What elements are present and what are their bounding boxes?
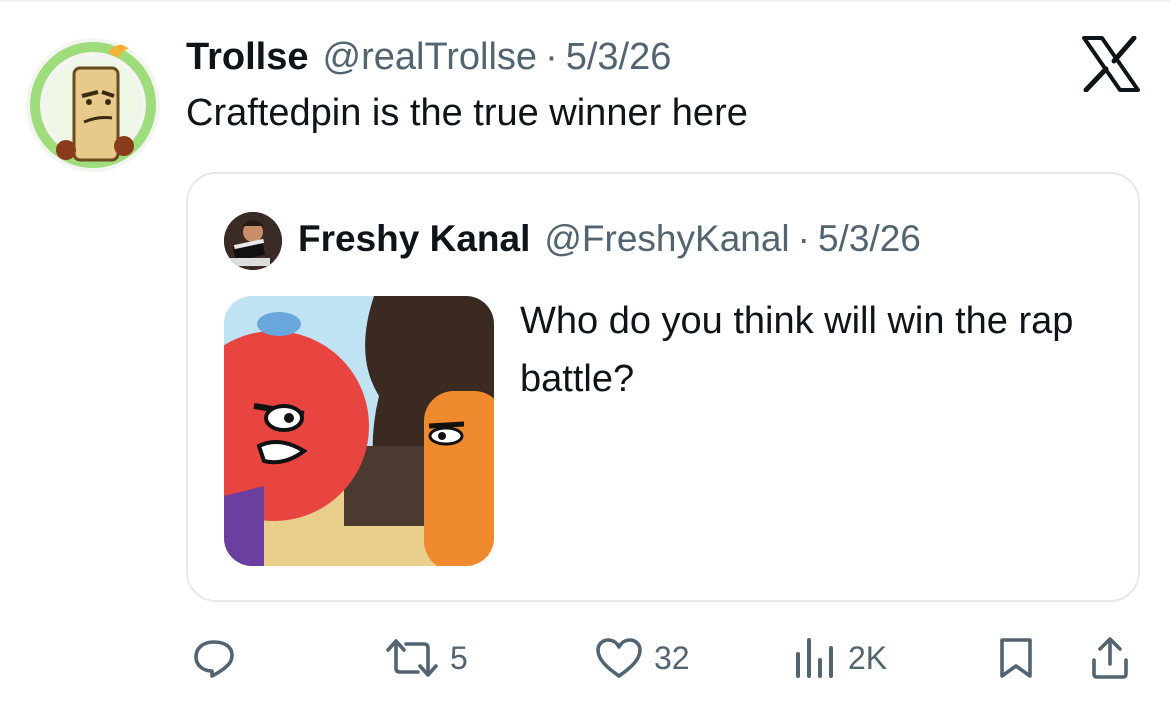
reply-button[interactable] [192,630,246,686]
author-name[interactable]: Trollse [186,36,309,79]
views-icon [796,638,833,678]
heart-icon [596,638,642,678]
candle-character-avatar-icon [30,42,156,168]
post-action-bar: 5 32 2K [0,630,1170,686]
quoted-post-date[interactable]: 5/3/26 [818,218,921,260]
bookmark-icon [1000,638,1032,678]
author-avatar[interactable] [26,38,160,172]
quoted-post-text: Who do you think will win the rap battle… [520,300,1074,400]
quoted-author-avatar[interactable] [224,212,282,270]
cartoon-characters-thumbnail-icon [224,296,494,566]
like-button[interactable]: 32 [594,630,690,686]
x-logo-icon[interactable] [1080,35,1140,93]
post-date[interactable]: 5/3/26 [566,36,672,79]
repost-count: 5 [450,639,468,676]
like-count: 32 [654,639,690,676]
quoted-post-header: Freshy Kanal @FreshyKanal · 5/3/26 [298,218,921,260]
repost-button[interactable]: 5 [384,630,468,686]
views-button[interactable]: 2K [792,630,887,686]
post-header: Trollse @realTrollse · 5/3/26 [186,36,671,82]
repost-icon [386,639,438,677]
quoted-author-name[interactable]: Freshy Kanal [298,218,530,260]
quoted-header-separator: · [797,218,810,259]
top-divider [0,0,1170,2]
views-count: 2K [848,639,888,676]
post-text: Craftedpin is the true winner here [186,92,748,134]
quoted-post-card[interactable]: Freshy Kanal @FreshyKanal · 5/3/26 Who d… [186,172,1140,602]
share-button[interactable] [1088,630,1132,686]
quoted-author-handle[interactable]: @FreshyKanal [544,218,789,260]
header-separator: · [545,36,558,78]
quoted-media-thumbnail[interactable] [224,296,494,566]
freshy-kanal-avatar-icon [224,212,282,270]
share-icon [1092,637,1128,679]
bookmark-button[interactable] [996,630,1036,686]
author-handle[interactable]: @realTrollse [323,36,538,79]
reply-icon [194,640,234,678]
